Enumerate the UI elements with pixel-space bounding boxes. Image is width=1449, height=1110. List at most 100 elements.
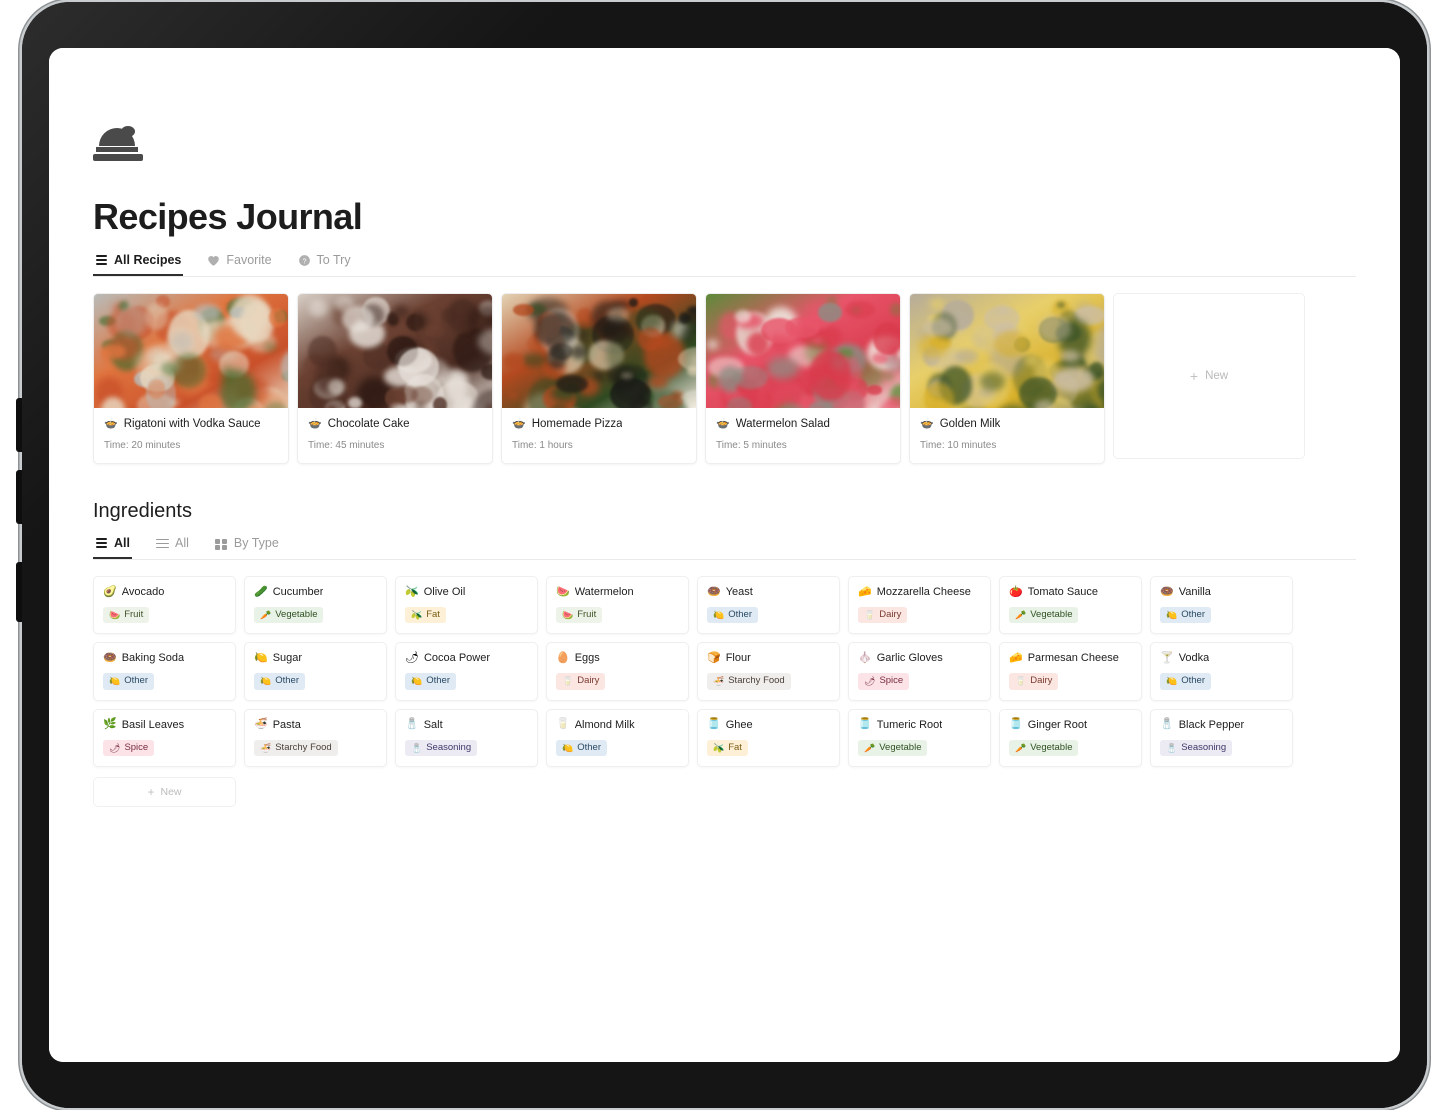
ingredient-card[interactable]: 🧄 Garlic Gloves 🌶 Spice [848,642,991,701]
recipe-time: Time: 10 minutes [920,440,997,451]
ingredient-type-badge[interactable]: 🍋 Other [405,673,456,690]
ingredient-card[interactable]: 🫙 Ginger Root 🥕 Vegetable [999,708,1142,768]
ingredient-card[interactable]: 🧀 Mozzarella Cheese 🥛 Dairy [848,576,991,635]
question-circle-icon: ? [298,254,311,267]
ingredient-type-badge[interactable]: 🍋 Other [1160,673,1211,690]
ingredient-tag-wrap: 🍋 Other [1160,605,1283,624]
recipe-meta: 🍲 Chocolate Cake Time: 45 minutes [298,408,492,463]
ingredient-tag-label: Starchy Food [275,741,332,753]
ingredient-type-badge[interactable]: 🍋 Other [254,673,305,690]
volume-down-button[interactable] [16,470,22,524]
recipe-emoji-icon: 🍲 [716,417,730,430]
tab-all-recipes[interactable]: All Recipes [93,250,184,276]
app-page: Recipes Journal All Recipes Favorite ? T… [49,48,1400,1062]
chocolate-cake-photo [298,294,492,408]
ingredient-emoji-icon: 🫙 [707,718,721,731]
ingredient-emoji-icon: 🫙 [1009,718,1023,731]
ingredient-card[interactable]: 🧂 Salt 🧂 Seasoning [395,708,538,768]
ingredient-card[interactable]: 🥒 Cucumber 🥕 Vegetable [244,576,387,635]
ingredient-name-row: 🌶 Cocoa Power [405,652,528,664]
ingredient-tag-label: Fat [728,741,742,753]
ingredient-view-tabs: All All By Type [93,533,1356,560]
layers-icon [95,254,108,267]
ingredient-tag-emoji-icon: 🥛 [562,676,574,687]
volume-up-button[interactable] [16,398,22,452]
new-ingredient-label: New [160,786,182,799]
ingredient-tag-wrap: 🍉 Fruit [103,605,226,624]
recipe-title: Rigatoni with Vodka Sauce [123,418,261,430]
power-button[interactable] [16,562,22,622]
ingredient-type-badge[interactable]: 🧂 Seasoning [1160,739,1233,757]
new-ingredient-button[interactable]: + New [93,777,236,808]
ingredient-card[interactable]: 🍩 Yeast 🍋 Other [697,576,840,635]
recipe-card[interactable]: 🍲 Homemade Pizza Time: 1 hours [501,293,697,464]
ingredient-type-badge[interactable]: 🥕 Vegetable [254,606,324,624]
tab-favorite[interactable]: Favorite [205,250,273,276]
ingredient-tag-label: Vegetable [275,608,318,620]
ingredient-card[interactable]: 🫙 Ghee 🫒 Fat [697,708,840,768]
ingredient-card[interactable]: 🥑 Avocado 🍉 Fruit [93,576,236,635]
ingredient-card[interactable]: 🌿 Basil Leaves 🌶 Spice [93,708,236,768]
ingredient-tag-emoji-icon: 🍋 [1166,676,1178,687]
ingredient-name: Basil Leaves [121,718,185,731]
tab-label: Favorite [226,253,272,267]
tab-ingredients-all-list[interactable]: All [154,533,191,559]
recipe-card[interactable]: 🍲 Chocolate Cake Time: 45 minutes [297,293,493,464]
ingredient-type-badge[interactable]: 🍉 Fruit [103,606,150,624]
ingredient-type-badge[interactable]: 🧂 Seasoning [405,739,478,757]
ingredient-card[interactable]: 🫙 Tumeric Root 🥕 Vegetable [848,708,991,768]
ingredient-tag-wrap: 🍜 Starchy Food [254,738,377,757]
ingredient-type-badge[interactable]: 🫒 Fat [707,739,748,757]
ingredient-card[interactable]: 🍅 Tomato Sauce 🥕 Vegetable [999,576,1142,635]
ingredient-card[interactable]: 🍩 Vanilla 🍋 Other [1150,576,1293,635]
ingredient-card[interactable]: 🥚 Eggs 🥛 Dairy [546,642,689,701]
ingredient-card[interactable]: 🍩 Baking Soda 🍋 Other [93,642,236,701]
ingredient-card[interactable]: 🍉 Watermelon 🍉 Fruit [546,576,689,635]
ingredient-type-badge[interactable]: 🍜 Starchy Food [707,673,791,690]
ingredient-type-badge[interactable]: 🌶 Spice [858,673,910,690]
ingredient-name-row: 🍅 Tomato Sauce [1009,586,1132,598]
ingredient-name-row: 🫒 Olive Oil [405,586,528,598]
recipe-card[interactable]: 🍲 Golden Milk Time: 10 minutes [909,293,1105,464]
tab-to-try[interactable]: ? To Try [296,250,353,276]
ingredient-type-badge[interactable]: 🥛 Dairy [1009,673,1059,690]
ingredient-emoji-icon: 🥑 [103,585,117,598]
ingredient-emoji-icon: 🍸 [1160,651,1174,664]
ingredient-type-badge[interactable]: 🌶 Spice [103,739,155,757]
ingredient-type-badge[interactable]: 🥕 Vegetable [1009,739,1079,757]
ingredient-type-badge[interactable]: 🥛 Dairy [858,606,908,624]
ingredient-type-badge[interactable]: 🥛 Dairy [556,673,606,690]
ingredient-emoji-icon: 🍩 [707,585,721,598]
ingredient-type-badge[interactable]: 🍋 Other [103,673,154,690]
ingredient-type-badge[interactable]: 🥕 Vegetable [858,739,928,757]
ingredient-card[interactable]: 🍸 Vodka 🍋 Other [1150,642,1293,701]
ingredient-card[interactable]: 🧀 Parmesan Cheese 🥛 Dairy [999,642,1142,701]
recipe-card[interactable]: 🍲 Watermelon Salad Time: 5 minutes [705,293,901,464]
ingredient-card[interactable]: 🧂 Black Pepper 🧂 Seasoning [1150,708,1293,768]
tab-ingredients-by-type[interactable]: By Type [213,533,281,559]
ingredient-card[interactable]: 🥛 Almond Milk 🍋 Other [546,708,689,768]
ingredient-card[interactable]: 🍋 Sugar 🍋 Other [244,642,387,701]
ingredient-type-badge[interactable]: 🍉 Fruit [556,606,603,624]
ingredient-card[interactable]: 🍜 Pasta 🍜 Starchy Food [244,708,387,768]
ingredient-type-badge[interactable]: 🍋 Other [1160,606,1211,624]
new-recipe-button[interactable]: + New [1113,293,1305,459]
ingredient-tag-label: Spice [124,741,149,753]
ingredient-card[interactable]: 🌶 Cocoa Power 🍋 Other [395,642,538,701]
ingredient-emoji-icon: 🧄 [858,651,872,664]
ingredient-type-badge[interactable]: 🍋 Other [707,606,758,624]
ingredient-name: Flour [725,652,751,665]
ingredient-tag-emoji-icon: 🥕 [1015,610,1027,620]
ingredient-card[interactable]: 🍞 Flour 🍜 Starchy Food [697,642,840,701]
recipe-meta: 🍲 Rigatoni with Vodka Sauce Time: 20 minut… [94,408,288,463]
ingredient-tag-wrap: 🥕 Vegetable [1009,738,1132,757]
recipe-card[interactable]: 🍲 Rigatoni with Vodka Sauce Time: 20 minut… [93,293,289,464]
ingredient-type-badge[interactable]: 🍜 Starchy Food [254,739,338,757]
ingredient-tag-wrap: 🥛 Dairy [1009,671,1132,690]
tab-ingredients-all-gallery[interactable]: All [93,533,132,559]
ingredient-type-badge[interactable]: 🍋 Other [556,739,607,757]
ingredient-tag-emoji-icon: 🍋 [713,610,725,620]
ingredient-card[interactable]: 🫒 Olive Oil 🫒 Fat [395,576,538,635]
ingredient-type-badge[interactable]: 🥕 Vegetable [1009,606,1079,624]
ingredient-type-badge[interactable]: 🫒 Fat [405,606,446,624]
